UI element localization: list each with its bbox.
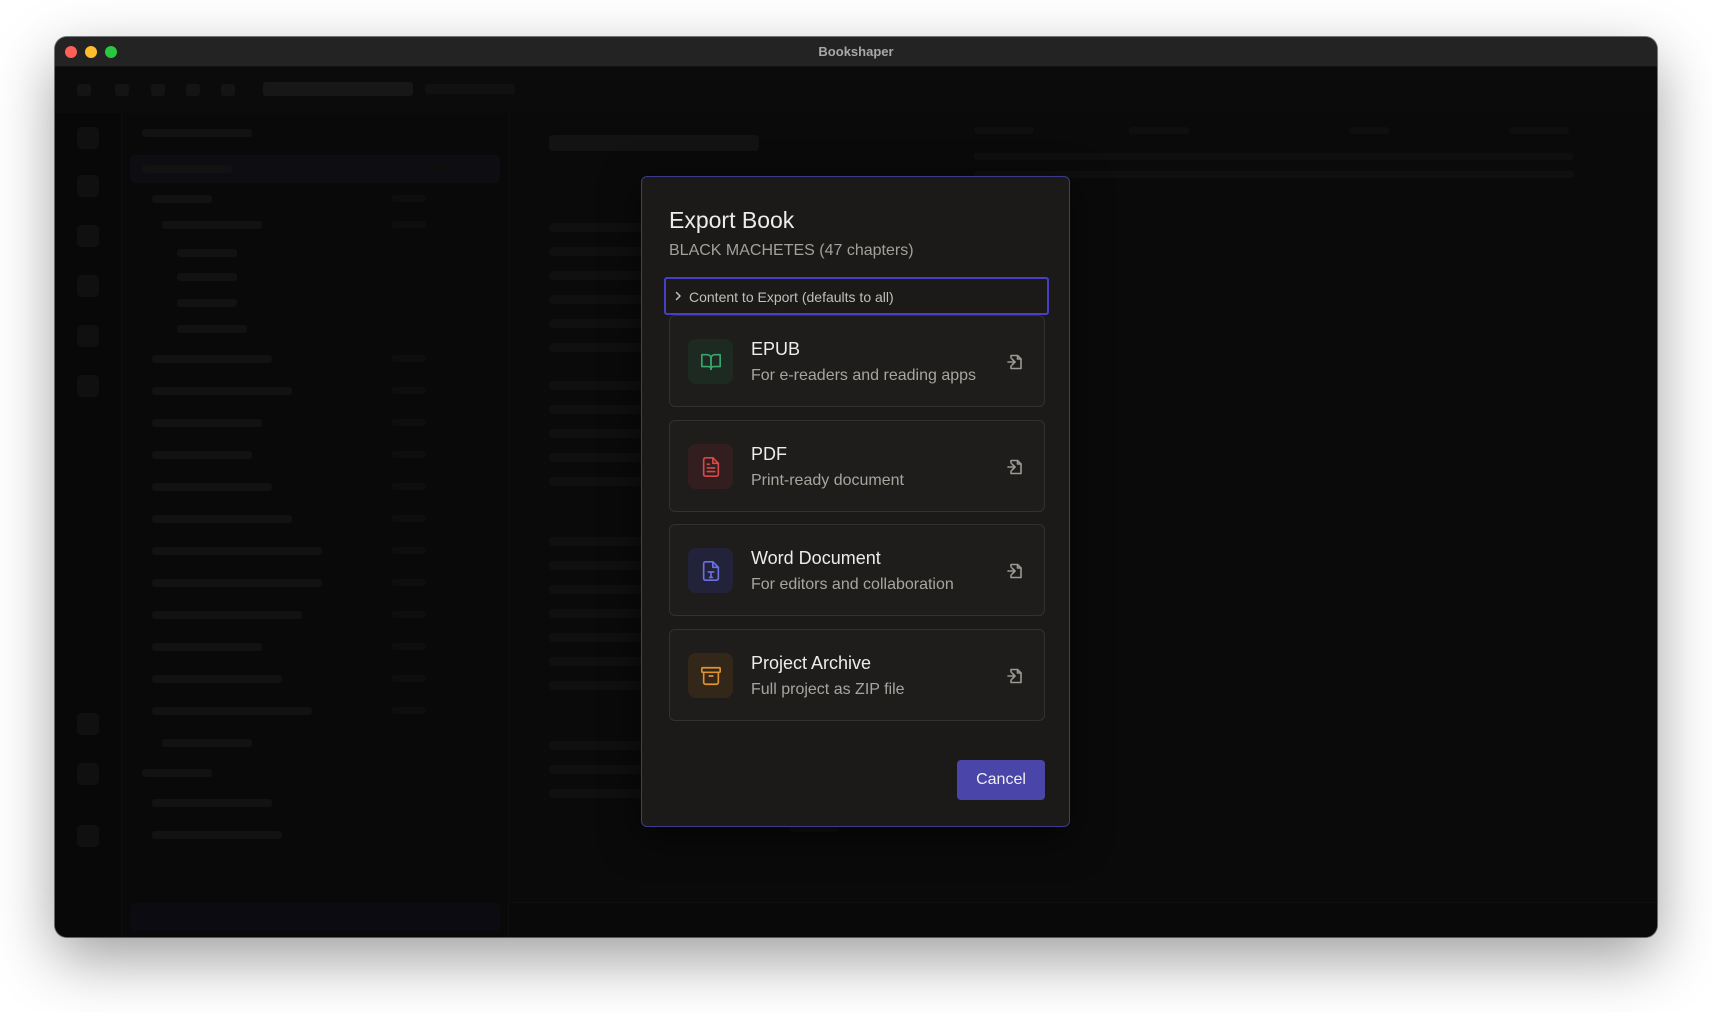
export-option-word[interactable]: Word Document For editors and collaborat…	[669, 524, 1045, 616]
archive-label: Project Archive	[751, 653, 872, 673]
export-arrow-icon	[1007, 354, 1022, 370]
export-option-archive[interactable]: Project Archive Full project as ZIP file	[669, 629, 1045, 721]
export-book-dialog: Export Book BLACK MACHETES (47 chapters)…	[641, 176, 1070, 827]
file-type-icon	[702, 560, 719, 581]
epub-icon-tile	[688, 339, 733, 384]
export-option-epub[interactable]: EPUB For e-readers and reading apps	[669, 315, 1045, 407]
dialog-title: Export Book	[669, 207, 795, 233]
export-option-pdf[interactable]: PDF Print-ready document	[669, 420, 1045, 512]
export-arrow-icon	[1007, 563, 1022, 579]
word-icon-tile	[688, 548, 733, 593]
content-to-export-toggle[interactable]: Content to Export (defaults to all)	[664, 277, 1049, 315]
cancel-button[interactable]: Cancel	[957, 760, 1045, 800]
pdf-label: PDF	[751, 444, 787, 464]
archive-description: Full project as ZIP file	[751, 681, 905, 698]
pdf-description: Print-ready document	[751, 472, 904, 489]
word-label: Word Document	[751, 548, 881, 568]
word-description: For editors and collaboration	[751, 576, 954, 593]
export-arrow-icon	[1007, 668, 1022, 684]
dialog-subtitle: BLACK MACHETES (47 chapters)	[669, 242, 914, 259]
epub-description: For e-readers and reading apps	[751, 367, 977, 384]
pdf-icon-tile	[688, 444, 733, 489]
archive-icon	[700, 666, 721, 685]
content-to-export-label: Content to Export (defaults to all)	[689, 289, 894, 305]
window-title: Bookshaper	[818, 44, 894, 59]
book-open-icon	[700, 353, 721, 370]
title-bar: Bookshaper	[55, 37, 1657, 67]
chevron-right-icon	[675, 291, 681, 301]
file-text-icon	[702, 456, 719, 477]
archive-icon-tile	[688, 653, 733, 698]
export-arrow-icon	[1007, 459, 1022, 475]
epub-label: EPUB	[751, 339, 801, 359]
